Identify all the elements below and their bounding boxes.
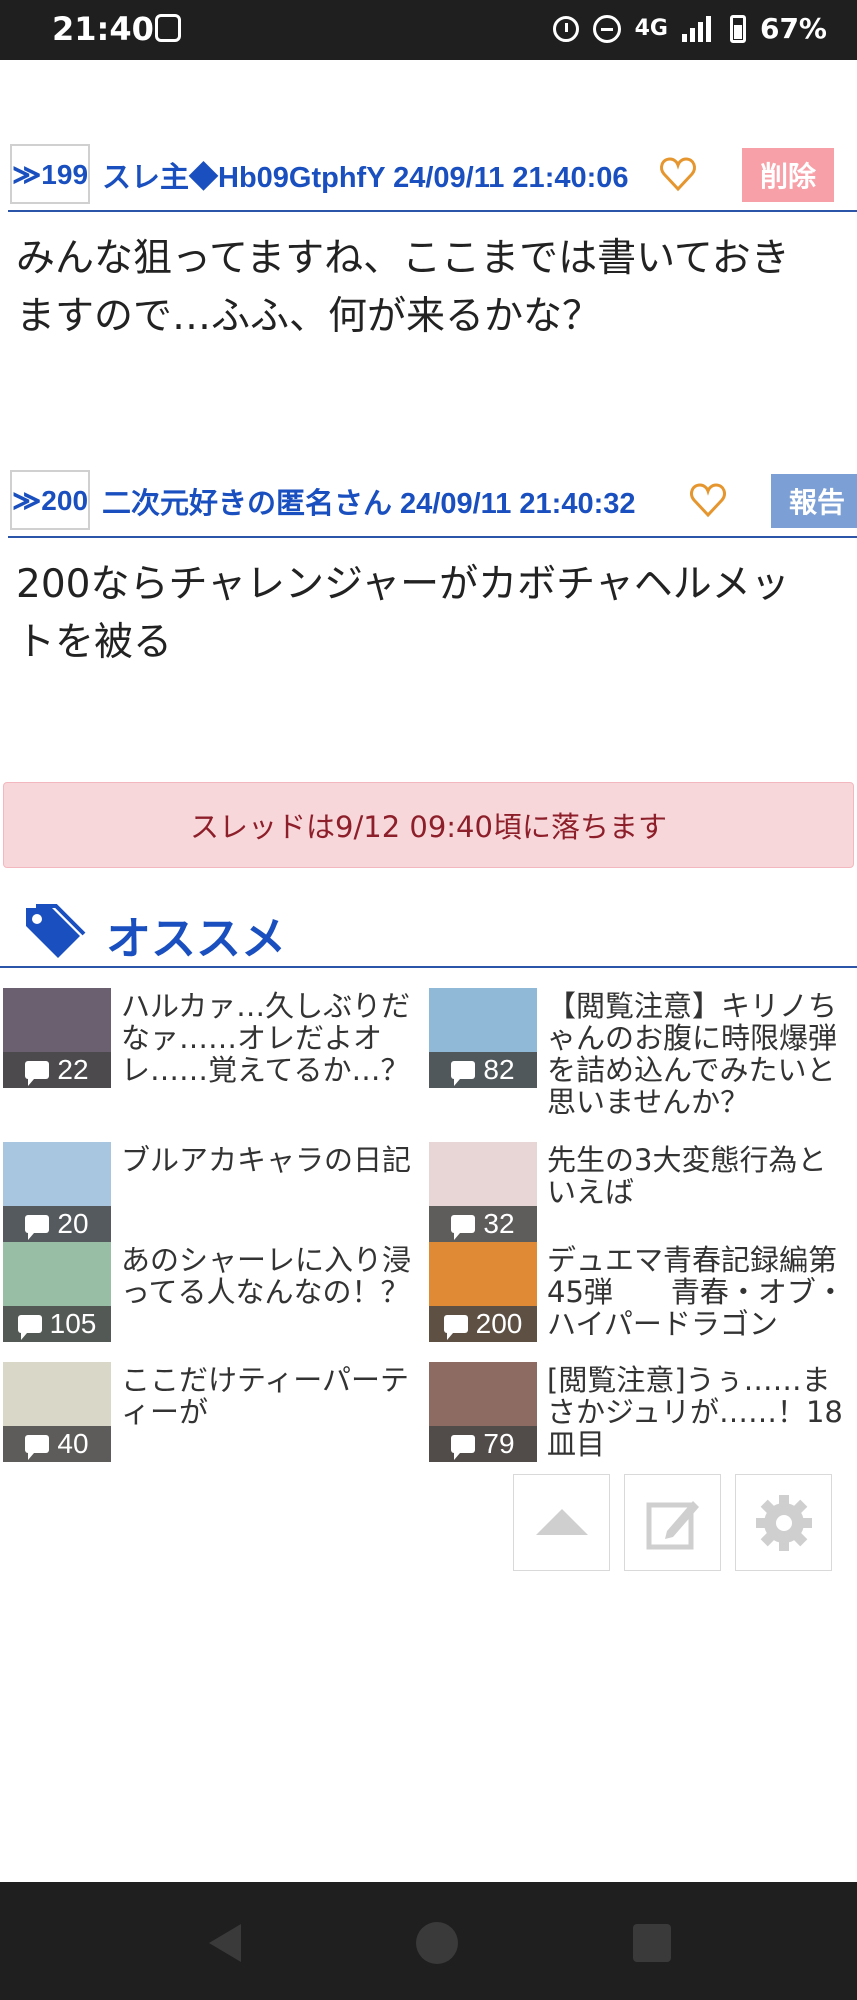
thumbnail-image: 20 (3, 1142, 111, 1242)
comment-icon (443, 1315, 468, 1340)
thumbnail-image: 82 (429, 988, 537, 1088)
recommend-item[interactable]: 22 ハルカァ…久しぶりだなァ……オレだよオレ……覚えてるか…？ (3, 988, 428, 1098)
comment-count: 32 (429, 1206, 537, 1242)
up-arrow-icon (535, 1508, 588, 1535)
recommend-item-title[interactable]: 先生の3大変態行為といえば (547, 1144, 848, 1208)
post-meta: スレ主◆Hb09GtphfY 24/09/11 21:40:06 (102, 162, 629, 194)
thumbnail-image: 22 (3, 988, 111, 1088)
post-header: ≫200 二次元好きの匿名さん 24/09/11 21:40:32 報告 (8, 466, 857, 538)
thumbnail-image: 40 (3, 1362, 111, 1462)
heart-icon[interactable] (658, 154, 698, 194)
comment-count: 105 (3, 1306, 111, 1342)
status-icons: 4G 67% (552, 12, 827, 45)
post-number-link[interactable]: ≫200 (10, 470, 90, 530)
battery-icon (729, 14, 746, 43)
thread-expiry-notice: スレッドは9/12 09:40頃に落ちます (3, 782, 854, 868)
comment-icon (451, 1215, 476, 1240)
comment-icon (451, 1435, 476, 1460)
scroll-top-button[interactable] (513, 1474, 610, 1571)
post-number-link[interactable]: ≫199 (10, 144, 90, 204)
post-header: ≫199 スレ主◆Hb09GtphfY 24/09/11 21:40:06 削除 (8, 140, 857, 212)
comment-count: 82 (429, 1052, 537, 1088)
recommend-item[interactable]: 105 あのシャーレに入り浸ってる人なんなの！？ (3, 1242, 428, 1352)
network-type: 4G (634, 16, 668, 41)
settings-button[interactable] (735, 1474, 832, 1571)
post-199: ≫199 スレ主◆Hb09GtphfY 24/09/11 21:40:06 削除… (0, 140, 857, 380)
recommend-item[interactable]: 200 デュエマ青春記録編第45弾 青春・オブ・ハイパードラゴン (429, 1242, 854, 1352)
system-navigation-bar (0, 1882, 857, 2000)
recommend-item[interactable]: 82 【閲覧注意】キリノちゃんのお腹に時限爆弾を詰め込んでみたいと思いませんか？ (429, 988, 854, 1118)
recommend-item[interactable]: 32 先生の3大変態行為といえば (429, 1142, 854, 1252)
comment-icon (451, 1061, 476, 1086)
post-body: 200ならチャレンジャーがカボチャヘルメットを被る (16, 562, 790, 665)
post-200: ≫200 二次元好きの匿名さん 24/09/11 21:40:32 報告 200… (0, 466, 857, 706)
thumbnail-image: 32 (429, 1142, 537, 1242)
recommend-title: オススメ (106, 912, 287, 965)
recommend-item[interactable]: 40 ここだけティーパーティーが (3, 1362, 428, 1472)
recommend-item-title[interactable]: [閲覧注意]うぅ……まさかジュリが……！18皿目 (547, 1364, 848, 1460)
recent-apps-icon[interactable] (633, 1924, 671, 1962)
post-meta: 二次元好きの匿名さん 24/09/11 21:40:32 (102, 488, 636, 520)
recommend-item-title[interactable]: ブルアカキャラの日記 (121, 1144, 422, 1176)
recommend-item-title[interactable]: あのシャーレに入り浸ってる人なんなの！？ (121, 1244, 422, 1308)
recommend-header: オススメ (0, 892, 857, 968)
battery-percent: 67% (759, 12, 827, 45)
thumbnail-image: 79 (429, 1362, 537, 1462)
recommend-item[interactable]: 79 [閲覧注意]うぅ……まさかジュリが……！18皿目 (429, 1362, 854, 1472)
comment-icon (17, 1315, 42, 1340)
thumbnail-image: 105 (3, 1242, 111, 1342)
thumbnail-image: 200 (429, 1242, 537, 1342)
recommend-item-title[interactable]: ここだけティーパーティーが (121, 1364, 422, 1428)
do-not-disturb-icon (592, 14, 621, 43)
recommend-item-title[interactable]: 【閲覧注意】キリノちゃんのお腹に時限爆弾を詰め込んでみたいと思いませんか？ (547, 990, 848, 1118)
comment-count: 20 (3, 1206, 111, 1242)
comment-count: 200 (429, 1306, 537, 1342)
recommend-item-title[interactable]: デュエマ青春記録編第45弾 青春・オブ・ハイパードラゴン (547, 1244, 848, 1340)
comment-icon (25, 1061, 50, 1086)
g-app-icon (155, 14, 181, 42)
gear-icon (755, 1494, 812, 1551)
delete-button[interactable]: 削除 (742, 148, 834, 202)
edit-icon (646, 1500, 699, 1549)
compose-button[interactable] (624, 1474, 721, 1571)
heart-icon[interactable] (688, 480, 728, 520)
status-time: 21:40 (52, 10, 154, 48)
alarm-icon (552, 15, 579, 42)
status-bar: 21:40 4G 67% (0, 0, 857, 60)
comment-icon (25, 1215, 50, 1240)
tag-icon (26, 904, 86, 958)
post-body: みんな狙ってますね、ここまでは書いておきますので…ふふ、何が来るかな？ (16, 236, 790, 339)
recommend-item-title[interactable]: ハルカァ…久しぶりだなァ……オレだよオレ……覚えてるか…？ (121, 990, 422, 1086)
comment-icon (25, 1435, 50, 1460)
home-icon[interactable] (416, 1922, 458, 1964)
recommend-item[interactable]: 20 ブルアカキャラの日記 (3, 1142, 428, 1252)
signal-icon (681, 15, 716, 42)
back-icon[interactable] (203, 1920, 245, 1966)
comment-count: 79 (429, 1426, 537, 1462)
comment-count: 22 (3, 1052, 111, 1088)
report-button[interactable]: 報告 (771, 474, 857, 528)
comment-count: 40 (3, 1426, 111, 1462)
